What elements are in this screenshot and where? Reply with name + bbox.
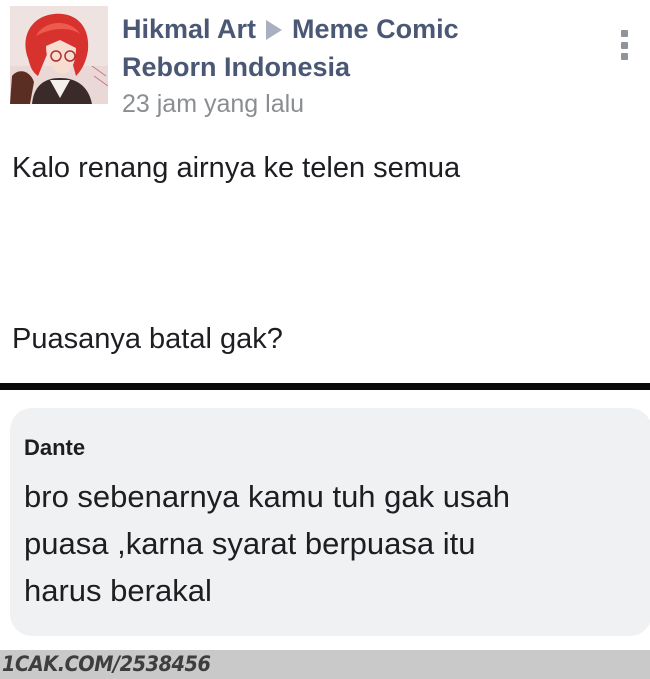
watermark-text: 1CAK.COM/2538456 bbox=[2, 652, 211, 676]
more-vertical-icon[interactable] bbox=[620, 30, 628, 60]
divider bbox=[0, 383, 650, 390]
post-timestamp[interactable]: 23 jam yang lalu bbox=[122, 86, 562, 122]
post-text-line-1: Kalo renang airnya ke telen semua bbox=[12, 152, 461, 184]
post-text-line-2: Puasanya batal gak? bbox=[12, 323, 283, 355]
post-header: Hikmal Art Meme Comic Reborn Indonesia 23… bbox=[122, 10, 562, 122]
post-title-line-1: Hikmal Art Meme Comic bbox=[122, 10, 562, 48]
group-name-link[interactable]: Meme Comic bbox=[292, 14, 459, 44]
comment-section: Dante bro sebenarnya kamu tuh gak usah p… bbox=[0, 390, 650, 650]
watermark-bar: 1CAK.COM/2538456 bbox=[0, 650, 650, 679]
post-title-line-2: Reborn Indonesia bbox=[122, 48, 562, 86]
right-triangle-icon bbox=[266, 20, 283, 40]
avatar[interactable] bbox=[10, 6, 108, 104]
comment-line: puasa ,karna syarat berpuasa itu bbox=[24, 526, 476, 561]
comment-text: bro sebenarnya kamu tuh gak usah puasa ,… bbox=[24, 473, 624, 614]
commenter-name[interactable]: Dante bbox=[24, 434, 85, 462]
comment-line: harus berakal bbox=[24, 573, 212, 608]
comment-line: bro sebenarnya kamu tuh gak usah bbox=[24, 479, 510, 514]
avatar-image bbox=[10, 6, 108, 104]
post-card: Hikmal Art Meme Comic Reborn Indonesia 23… bbox=[0, 0, 650, 384]
group-name-link-continued[interactable]: Reborn Indonesia bbox=[122, 52, 350, 82]
author-name-link[interactable]: Hikmal Art bbox=[122, 14, 256, 44]
